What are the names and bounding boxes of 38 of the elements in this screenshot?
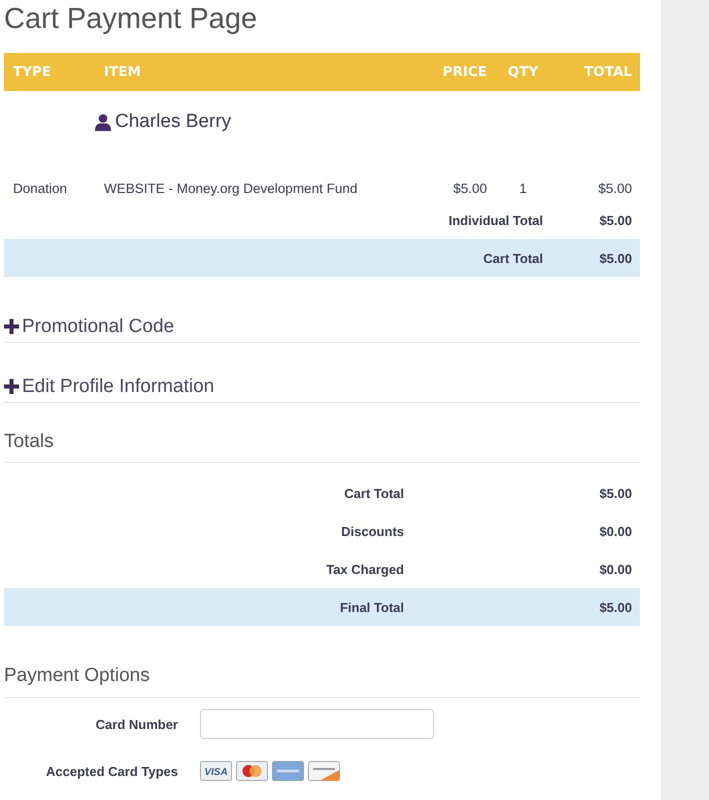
column-header: QTY [495,53,551,91]
table-cell-text: WEBSITE - Money.org Development Fund [103,180,358,198]
customer-name: Charles Berry [115,111,232,133]
person-icon [95,114,111,130]
table-cell-text: 1 [518,180,528,198]
column-header: TYPE [4,53,95,91]
plus-icon [4,319,19,334]
card-number-label: Card Number [94,716,178,732]
totals-value: $5.00 [598,486,633,500]
table-cell-text: $5.00 [597,180,633,198]
totals-label: Tax Charged [325,562,405,576]
totals-label: Discounts [340,524,405,538]
page-title: Cart Payment Page [4,2,258,37]
individual-total-value: $5.00 [598,212,633,228]
totals-value: $5.00 [598,600,633,614]
section-label: Edit Profile Information [22,376,214,398]
section-heading: Totals [4,403,640,463]
section-label: Promotional Code [22,316,174,338]
totals-value: $0.00 [598,562,633,576]
totals-label: Final Total [338,600,405,614]
table-cell-text: $5.00 [452,180,488,198]
column-header: TOTAL [551,53,640,91]
section-toggle[interactable]: Promotional Code [4,283,640,343]
card-number-field[interactable] [200,709,434,739]
table-cell-text: Donation [12,180,68,198]
column-header: PRICE [403,53,495,91]
accepted-cards-label: Accepted Card Types [45,764,178,778]
cart-total-value: $5.00 [598,250,633,266]
section-toggle[interactable]: Edit Profile Information [4,343,640,403]
totals-value: $0.00 [598,524,633,538]
section-heading: Payment Options [4,657,640,698]
visa-card-label: VISA [204,767,228,778]
totals-label: Cart Total [343,486,405,500]
cart-total-label: Cart Total [482,250,544,266]
column-header: ITEM [95,53,403,91]
individual-total-label: Individual Total [448,212,544,228]
mastercard-icon [236,761,268,781]
plus-icon [4,379,19,394]
